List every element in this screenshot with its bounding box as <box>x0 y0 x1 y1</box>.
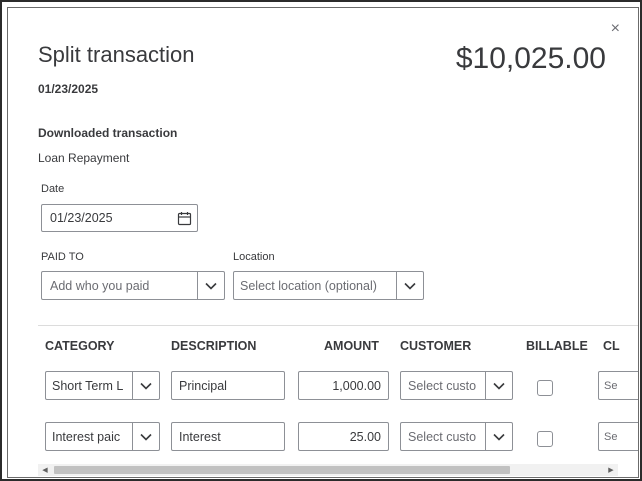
description-value: Principal <box>179 378 227 393</box>
category-value: Short Term L <box>52 378 124 393</box>
section-divider <box>38 325 638 326</box>
category-select[interactable]: Interest paic <box>45 422 160 451</box>
paid-to-label: PAID TO <box>41 251 84 263</box>
billable-checkbox[interactable] <box>537 380 553 396</box>
date-field[interactable]: 01/23/2025 <box>41 204 198 232</box>
chevron-down-icon[interactable] <box>396 272 423 299</box>
chevron-down-icon[interactable] <box>197 272 224 299</box>
dialog-title: Split transaction <box>38 42 195 67</box>
amount-input[interactable]: 25.00 <box>298 422 389 451</box>
customer-select[interactable]: Select custo <box>400 422 513 451</box>
chevron-down-icon[interactable] <box>485 423 512 450</box>
dialog-outer-frame: × Split transaction 01/23/2025 $10,025.0… <box>0 0 642 481</box>
split-transaction-dialog: × Split transaction 01/23/2025 $10,025.0… <box>7 7 639 478</box>
close-icon[interactable]: × <box>611 20 620 38</box>
class-select[interactable]: Se <box>598 371 638 400</box>
scroll-right-icon[interactable]: ▶ <box>606 464 616 476</box>
class-select[interactable]: Se <box>598 422 638 451</box>
class-placeholder: Se <box>604 379 618 392</box>
downloaded-transaction-description: Loan Repayment <box>38 151 130 165</box>
billable-checkbox[interactable] <box>537 431 553 447</box>
location-label: Location <box>233 251 275 263</box>
amount-value: 1,000.00 <box>332 378 381 393</box>
amount-value: 25.00 <box>349 429 381 444</box>
downloaded-transaction-heading: Downloaded transaction <box>38 126 178 140</box>
customer-placeholder: Select custo <box>408 378 477 393</box>
location-placeholder: Select location (optional) <box>240 278 377 293</box>
customer-select[interactable]: Select custo <box>400 371 513 400</box>
description-input[interactable]: Interest <box>171 422 285 451</box>
location-select[interactable]: Select location (optional) <box>233 271 424 300</box>
column-header-customer: CUSTOMER <box>400 339 472 353</box>
scrollbar-thumb[interactable] <box>54 466 510 474</box>
column-header-category: CATEGORY <box>45 339 115 353</box>
customer-placeholder: Select custo <box>408 429 477 444</box>
category-select[interactable]: Short Term L <box>45 371 160 400</box>
transaction-amount: $10,025.00 <box>455 42 606 75</box>
date-field-value: 01/23/2025 <box>50 211 113 225</box>
description-input[interactable]: Principal <box>171 371 285 400</box>
scroll-left-icon[interactable]: ◀ <box>40 464 50 476</box>
horizontal-scrollbar[interactable]: ◀ ▶ <box>38 464 618 476</box>
description-value: Interest <box>179 429 221 444</box>
date-label: Date <box>41 183 65 195</box>
chevron-down-icon[interactable] <box>485 372 512 399</box>
category-value: Interest paic <box>52 429 121 444</box>
chevron-down-icon[interactable] <box>132 423 159 450</box>
paid-to-select[interactable]: Add who you paid <box>41 271 225 300</box>
chevron-down-icon[interactable] <box>132 372 159 399</box>
paid-to-placeholder: Add who you paid <box>50 278 150 293</box>
column-header-amount: AMOUNT <box>324 339 379 353</box>
calendar-icon[interactable] <box>171 211 197 226</box>
column-header-billable: BILLABLE <box>526 339 588 353</box>
transaction-date: 01/23/2025 <box>38 82 99 96</box>
column-header-class: CL <box>603 339 620 353</box>
amount-input[interactable]: 1,000.00 <box>298 371 389 400</box>
class-placeholder: Se <box>604 430 618 443</box>
column-header-description: DESCRIPTION <box>171 339 257 353</box>
